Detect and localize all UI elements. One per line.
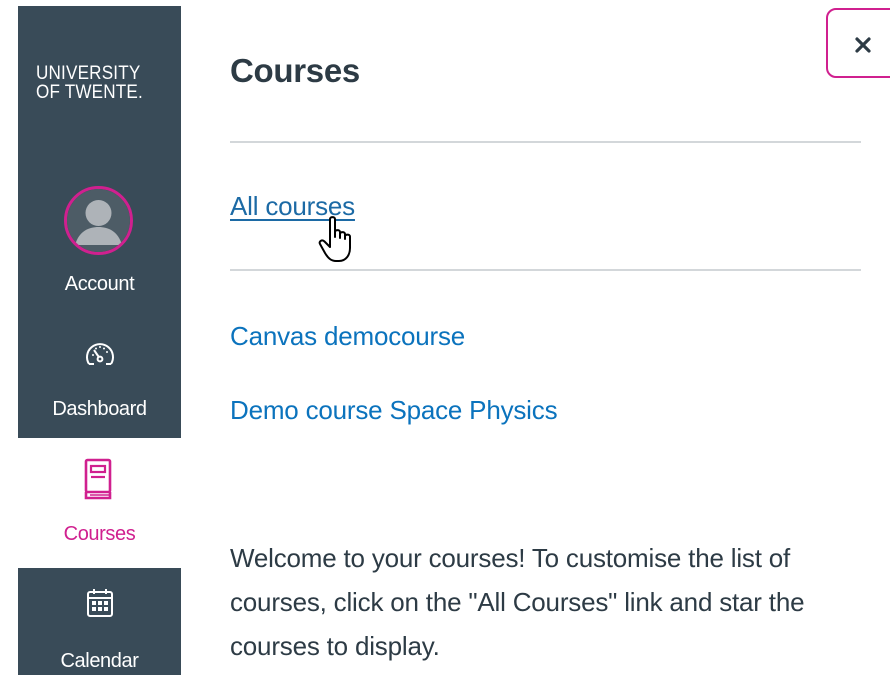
logo-line-1: UNIVERSITY bbox=[36, 63, 141, 84]
tray-title: Courses bbox=[230, 52, 360, 89]
course-link-canvas-democourse[interactable]: Canvas democourse bbox=[230, 321, 465, 352]
nav-label-calendar: Calendar bbox=[60, 650, 139, 672]
university-logo[interactable]: UNIVERSITY OF TWENTE. bbox=[36, 64, 143, 102]
nav-label-dashboard: Dashboard bbox=[52, 398, 147, 420]
dashboard-icon bbox=[86, 343, 114, 365]
user-silhouette-icon bbox=[67, 189, 130, 252]
course-link-space-physics[interactable]: Demo course Space Physics bbox=[230, 395, 558, 426]
avatar bbox=[64, 186, 133, 255]
nav-label-account: Account bbox=[64, 273, 135, 295]
nav-item-account[interactable]: Account bbox=[18, 186, 181, 301]
nav-item-courses[interactable]: Courses bbox=[18, 458, 181, 558]
calendar-icon bbox=[87, 589, 113, 617]
logo-line-2: OF TWENTE. bbox=[36, 82, 143, 103]
hand-pointer-cursor-icon bbox=[318, 216, 351, 262]
courses-book-icon bbox=[84, 458, 112, 500]
nav-label-courses: Courses bbox=[63, 523, 136, 545]
welcome-message: Welcome to your courses! To customise th… bbox=[230, 543, 805, 661]
global-navigation: UNIVERSITY OF TWENTE. Account Dashboard bbox=[18, 6, 181, 675]
divider bbox=[230, 269, 861, 271]
close-icon bbox=[855, 37, 871, 53]
close-tray-button[interactable] bbox=[826, 8, 890, 78]
nav-item-calendar[interactable]: Calendar bbox=[18, 588, 181, 678]
nav-item-dashboard[interactable]: Dashboard bbox=[18, 336, 181, 426]
divider bbox=[230, 141, 861, 143]
